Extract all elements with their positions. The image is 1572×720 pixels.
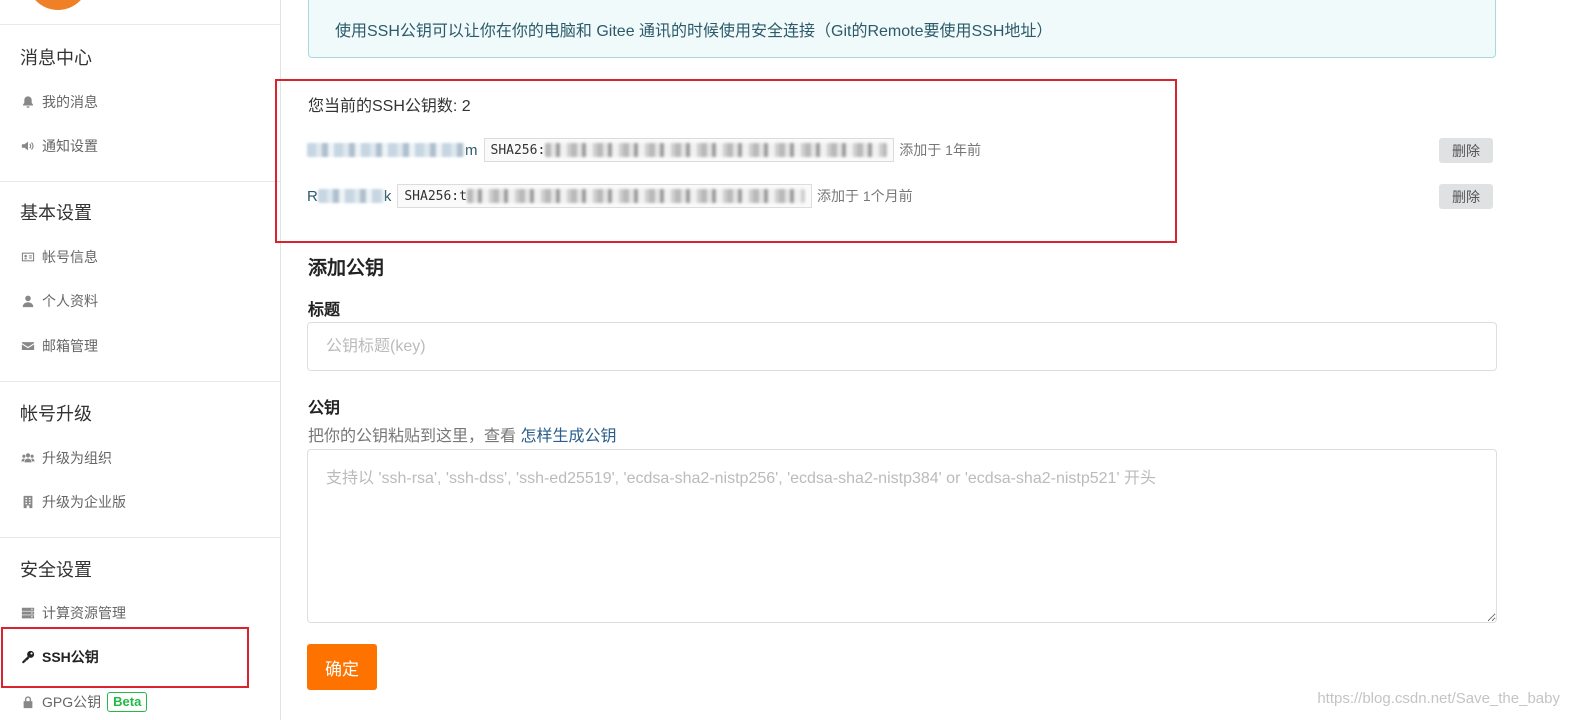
sidebar-item-profile[interactable]: 个人资料 bbox=[20, 290, 98, 312]
sidebar-item-label: 计算资源管理 bbox=[42, 605, 126, 621]
sidebar-item-gpg-keys[interactable]: GPG公钥 Beta bbox=[20, 691, 148, 713]
sidebar-divider bbox=[0, 381, 280, 382]
sidebar-item-account-info[interactable]: 帐号信息 bbox=[20, 246, 98, 268]
sidebar-item-label: 升级为组织 bbox=[42, 450, 112, 466]
bell-icon bbox=[20, 94, 36, 110]
server-icon bbox=[20, 605, 36, 621]
sidebar-divider bbox=[0, 537, 280, 538]
id-card-icon bbox=[20, 249, 36, 265]
public-key-textarea[interactable] bbox=[307, 449, 1497, 623]
delete-key-button[interactable]: 删除 bbox=[1439, 184, 1493, 209]
sidebar-heading-basic-settings: 基本设置 bbox=[20, 203, 92, 223]
sidebar-heading-messages: 消息中心 bbox=[20, 48, 92, 68]
envelope-icon bbox=[20, 338, 36, 354]
submit-button[interactable]: 确定 bbox=[307, 644, 377, 690]
user-icon bbox=[20, 293, 36, 309]
sidebar-item-label: GPG公钥 bbox=[42, 694, 102, 710]
add-key-heading: 添加公钥 bbox=[308, 258, 385, 279]
sidebar-item-label: 升级为企业版 bbox=[42, 494, 126, 510]
ssh-info-notice: 使用SSH公钥可以让你在你的电脑和 Gitee 通讯的时候使用安全连接（Git的… bbox=[308, 0, 1496, 58]
sidebar-item-email-management[interactable]: 邮箱管理 bbox=[20, 335, 98, 357]
sidebar-item-notification-settings[interactable]: 通知设置 bbox=[20, 135, 98, 157]
lock-icon bbox=[20, 694, 36, 710]
public-key-help: 把你的公钥粘贴到这里，查看 怎样生成公钥 bbox=[308, 428, 617, 445]
highlight-box bbox=[1, 627, 249, 688]
sidebar-item-label: 通知设置 bbox=[42, 138, 98, 154]
sidebar-item-compute-resources[interactable]: 计算资源管理 bbox=[20, 602, 126, 624]
building-icon bbox=[20, 494, 36, 510]
sidebar-heading-account-upgrade: 帐号升级 bbox=[20, 404, 92, 424]
sidebar-item-label: 我的消息 bbox=[42, 94, 98, 110]
sidebar-heading-security-settings: 安全设置 bbox=[20, 560, 92, 580]
notice-text: 使用SSH公钥可以让你在你的电脑和 Gitee 通讯的时候使用安全连接（Git的… bbox=[335, 22, 1053, 40]
how-to-generate-key-link[interactable]: 怎样生成公钥 bbox=[520, 428, 616, 445]
beta-badge: Beta bbox=[107, 692, 148, 712]
sidebar-item-upgrade-to-enterprise[interactable]: 升级为企业版 bbox=[20, 491, 126, 513]
avatar[interactable] bbox=[27, 0, 89, 10]
users-icon bbox=[20, 450, 36, 466]
delete-key-button[interactable]: 删除 bbox=[1439, 138, 1493, 163]
highlight-box bbox=[275, 79, 1177, 243]
sidebar-item-label: 个人资料 bbox=[42, 293, 98, 309]
sidebar-item-label: 邮箱管理 bbox=[42, 338, 98, 354]
key-title-input[interactable] bbox=[307, 322, 1497, 371]
settings-sidebar: 消息中心 我的消息 通知设置 基本设置 帐号信息 个人资料 邮箱管理 帐号升级 … bbox=[0, 0, 281, 720]
sidebar-item-upgrade-to-org[interactable]: 升级为组织 bbox=[20, 447, 112, 469]
public-key-label: 公钥 bbox=[308, 400, 341, 417]
speaker-icon bbox=[20, 138, 36, 154]
sidebar-divider bbox=[0, 181, 280, 182]
sidebar-divider bbox=[0, 24, 280, 25]
title-label: 标题 bbox=[308, 302, 341, 319]
sidebar-item-my-messages[interactable]: 我的消息 bbox=[20, 91, 98, 113]
sidebar-item-label: 帐号信息 bbox=[42, 249, 98, 265]
watermark: https://blog.csdn.net/Save_the_baby bbox=[1317, 690, 1560, 707]
